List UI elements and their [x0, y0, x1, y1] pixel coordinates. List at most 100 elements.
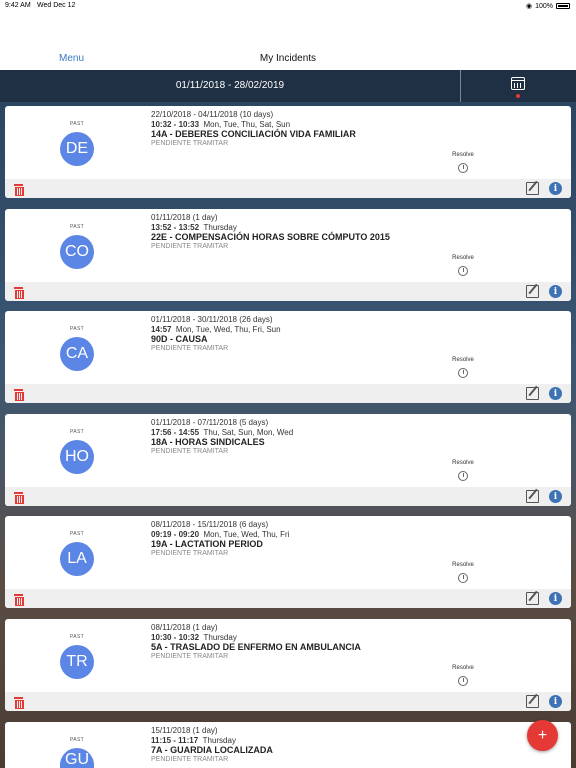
incident-avatar: CO: [60, 235, 94, 269]
card-footer: i: [5, 282, 571, 301]
incident-card[interactable]: PAST LA 08/11/2018 - 15/11/2018 (6 days)…: [5, 516, 571, 608]
calendar-indicator-dot: [516, 94, 520, 98]
nav-bar: Menu My Incidents: [0, 12, 576, 70]
incident-time: 13:52 - 13:52: [151, 223, 200, 232]
incident-card[interactable]: PAST TR 08/11/2018 (1 day) 10:30 - 10:32…: [5, 619, 571, 711]
info-icon[interactable]: i: [549, 592, 562, 605]
card-footer: i: [5, 179, 571, 198]
edit-icon[interactable]: [526, 182, 539, 195]
trash-icon[interactable]: [14, 389, 24, 401]
incident-time: 10:32 - 10:33: [151, 120, 200, 129]
incident-dates: 08/11/2018 - 15/11/2018 (6 days): [151, 520, 269, 529]
incident-time: 10:30 - 10:32: [151, 633, 200, 642]
add-incident-button[interactable]: +: [527, 720, 558, 751]
incident-time: 11:15 - 11:17: [151, 736, 199, 745]
info-icon[interactable]: i: [549, 490, 562, 503]
incident-status: PENDIENTE TRAMITAR: [151, 345, 229, 352]
incident-times: 14:57 Mon, Tue, Wed, Thu, Fri, Sun: [151, 325, 281, 334]
battery-label: 100%: [535, 2, 553, 10]
resolve-label[interactable]: Resolve: [443, 665, 483, 671]
incident-times: 13:52 - 13:52 Thursday: [151, 223, 237, 232]
card-footer: i: [5, 692, 571, 711]
incident-status: PENDIENTE TRAMITAR: [151, 243, 229, 250]
incident-status: PENDIENTE TRAMITAR: [151, 550, 229, 557]
incident-days: Mon, Tue, Wed, Thu, Fri: [203, 530, 290, 539]
incident-days: Thursday: [202, 736, 236, 745]
incident-code: 90D - CAUSA: [151, 334, 208, 344]
clock-icon[interactable]: [458, 573, 468, 583]
info-icon[interactable]: i: [549, 387, 562, 400]
calendar-icon[interactable]: [511, 77, 525, 90]
incident-days: Thu, Sat, Sun, Mon, Wed: [203, 428, 294, 437]
incident-times: 17:56 - 14:55 Thu, Sat, Sun, Mon, Wed: [151, 428, 293, 437]
info-icon[interactable]: i: [549, 285, 562, 298]
incident-code: 18A - HORAS SINDICALES: [151, 437, 265, 447]
incident-avatar: HO: [60, 440, 94, 474]
card-footer: i: [5, 589, 571, 608]
clock-icon[interactable]: [458, 676, 468, 686]
incident-days: Thursday: [203, 633, 237, 642]
incident-time: 09:19 - 09:20: [151, 530, 200, 539]
incident-dates: 22/10/2018 - 04/11/2018 (10 days): [151, 110, 274, 119]
card-footer: i: [5, 384, 571, 403]
resolve-label[interactable]: Resolve: [443, 562, 483, 568]
incident-dates: 01/11/2018 - 30/11/2018 (26 days): [151, 315, 273, 324]
clock-icon[interactable]: [458, 471, 468, 481]
status-time: 9:42 AM: [5, 2, 31, 9]
incident-card[interactable]: PAST CA 01/11/2018 - 30/11/2018 (26 days…: [5, 311, 571, 403]
incident-avatar: CA: [60, 337, 94, 371]
incident-status: PENDIENTE TRAMITAR: [151, 756, 229, 763]
card-footer: i: [5, 487, 571, 506]
edit-icon[interactable]: [526, 285, 539, 298]
incident-avatar: DE: [60, 132, 94, 166]
date-range-label[interactable]: 01/11/2018 - 28/02/2019: [0, 80, 460, 91]
edit-icon[interactable]: [526, 695, 539, 708]
incident-code: 22E - COMPENSACIÓN HORAS SOBRE CÓMPUTO 2…: [151, 232, 390, 242]
incident-avatar: LA: [60, 542, 94, 576]
edit-icon[interactable]: [526, 387, 539, 400]
wifi-icon: ◉: [525, 3, 533, 10]
incident-status: PENDIENTE TRAMITAR: [151, 653, 229, 660]
incident-card[interactable]: PAST GU 15/11/2018 (1 day) 11:15 - 11:17…: [5, 722, 571, 768]
resolve-label[interactable]: Resolve: [443, 357, 483, 363]
incident-dates: 01/11/2018 - 07/11/2018 (5 days): [151, 418, 269, 427]
incident-code: 19A - LACTATION PERIOD: [151, 539, 263, 549]
info-icon[interactable]: i: [549, 695, 562, 708]
page-title: My Incidents: [259, 53, 317, 64]
incident-days: Mon, Tue, Thu, Sat, Sun: [203, 120, 291, 129]
incident-code: 14A - DEBERES CONCILIACIÓN VIDA FAMILIAR: [151, 129, 356, 139]
incident-code: 7A - GUARDIA LOCALIZADA: [151, 745, 273, 755]
info-icon[interactable]: i: [549, 182, 562, 195]
incident-avatar: GU: [60, 748, 94, 768]
trash-icon[interactable]: [14, 594, 24, 606]
range-divider: [460, 70, 461, 102]
battery-icon: [556, 3, 570, 9]
clock-icon[interactable]: [458, 368, 468, 378]
incident-times: 10:32 - 10:33 Mon, Tue, Thu, Sat, Sun: [151, 120, 290, 129]
incident-time: 17:56 - 14:55: [151, 428, 200, 437]
incident-dates: 15/11/2018 (1 day): [151, 726, 218, 735]
edit-icon[interactable]: [526, 490, 539, 503]
incident-dates: 01/11/2018 (1 day): [151, 213, 218, 222]
incident-card[interactable]: PAST HO 01/11/2018 - 07/11/2018 (5 days)…: [5, 414, 571, 506]
trash-icon[interactable]: [14, 287, 24, 299]
trash-icon[interactable]: [14, 697, 24, 709]
resolve-label[interactable]: Resolve: [443, 255, 483, 261]
incident-card[interactable]: PAST DE 22/10/2018 - 04/11/2018 (10 days…: [5, 106, 571, 198]
status-date: Wed Dec 12: [37, 2, 76, 9]
clock-icon[interactable]: [458, 163, 468, 173]
incident-times: 09:19 - 09:20 Mon, Tue, Wed, Thu, Fri: [151, 530, 289, 539]
incident-dates: 08/11/2018 (1 day): [151, 623, 218, 632]
incident-times: 10:30 - 10:32 Thursday: [151, 633, 237, 642]
incident-days: Thursday: [203, 223, 237, 232]
resolve-label[interactable]: Resolve: [443, 152, 483, 158]
incident-code: 5A - TRASLADO DE ENFERMO EN AMBULANCIA: [151, 642, 361, 652]
trash-icon[interactable]: [14, 184, 24, 196]
incident-time: 14:57: [151, 325, 172, 334]
clock-icon[interactable]: [458, 266, 468, 276]
resolve-label[interactable]: Resolve: [443, 460, 483, 466]
incident-days: Mon, Tue, Wed, Thu, Fri, Sun: [175, 325, 281, 334]
trash-icon[interactable]: [14, 492, 24, 504]
incident-card[interactable]: PAST CO 01/11/2018 (1 day) 13:52 - 13:52…: [5, 209, 571, 301]
edit-icon[interactable]: [526, 592, 539, 605]
